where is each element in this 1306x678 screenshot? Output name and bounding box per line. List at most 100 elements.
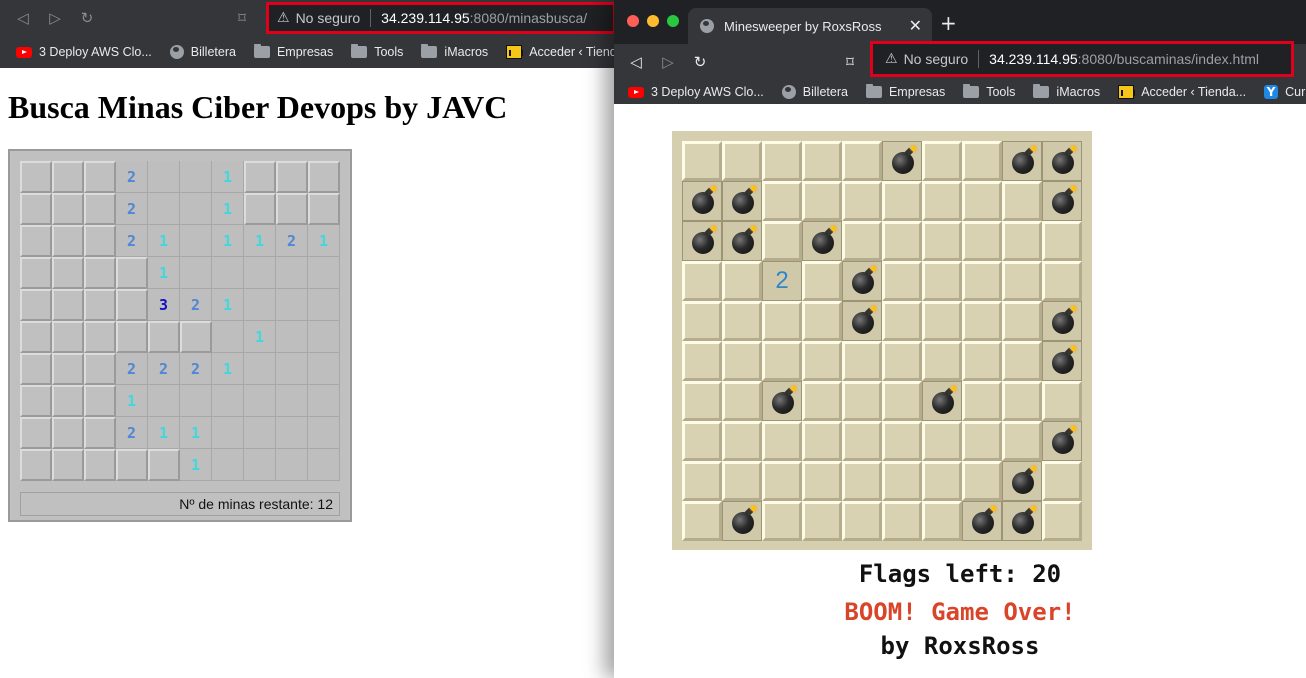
- minefield-cell[interactable]: [148, 321, 180, 353]
- bookmark-item[interactable]: iMacros: [421, 44, 488, 59]
- minefield-cell[interactable]: [1042, 221, 1082, 261]
- mine-cell[interactable]: [1042, 341, 1082, 381]
- minefield-cell[interactable]: [20, 257, 52, 289]
- minefield-cell[interactable]: [1042, 261, 1082, 301]
- bookmark-item[interactable]: Billetera: [169, 45, 236, 59]
- mine-cell[interactable]: [1002, 141, 1042, 181]
- minefield-cell[interactable]: [212, 321, 244, 353]
- minefield-cell[interactable]: [922, 141, 962, 181]
- minefield-cell[interactable]: 1: [212, 225, 244, 257]
- minefield-cell[interactable]: [842, 341, 882, 381]
- minefield-cell[interactable]: [962, 221, 1002, 261]
- minefield-cell[interactable]: 3: [148, 289, 180, 321]
- minefield-cell[interactable]: [180, 225, 212, 257]
- minefield-cell[interactable]: [802, 381, 842, 421]
- minefield-cell[interactable]: [962, 301, 1002, 341]
- minefield-cell[interactable]: [1002, 221, 1042, 261]
- bookmark-item[interactable]: Acceder ‹ Tienda: [506, 45, 620, 59]
- minefield-cell[interactable]: 1: [244, 321, 276, 353]
- minefield-cell[interactable]: [84, 449, 116, 481]
- minefield-cell[interactable]: [244, 449, 276, 481]
- minefield-cell[interactable]: 2: [180, 289, 212, 321]
- minefield-cell[interactable]: [84, 385, 116, 417]
- minefield-cell[interactable]: [722, 421, 762, 461]
- minefield-cell[interactable]: 1: [212, 161, 244, 193]
- mine-cell[interactable]: [682, 181, 722, 221]
- minefield-cell[interactable]: [922, 501, 962, 541]
- bookmark-item[interactable]: Y Cur: [1264, 85, 1305, 99]
- mine-cell[interactable]: [922, 381, 962, 421]
- minefield-cell[interactable]: [84, 225, 116, 257]
- minefield-cell[interactable]: 1: [180, 449, 212, 481]
- minefield-cell[interactable]: [148, 193, 180, 225]
- minefield-cell[interactable]: [882, 341, 922, 381]
- minefield-cell[interactable]: [276, 289, 308, 321]
- minefield-cell[interactable]: 2: [116, 193, 148, 225]
- minefield-cell[interactable]: [762, 301, 802, 341]
- mine-cell[interactable]: [682, 221, 722, 261]
- minefield-cell[interactable]: [842, 501, 882, 541]
- minefield-cell[interactable]: [52, 449, 84, 481]
- minefield-cell[interactable]: [52, 417, 84, 449]
- minefield-cell[interactable]: 2: [180, 353, 212, 385]
- minefield-cell[interactable]: [84, 161, 116, 193]
- minefield-cell[interactable]: [180, 385, 212, 417]
- bookmark-item[interactable]: Empresas: [253, 44, 333, 59]
- minefield-cell[interactable]: [1042, 381, 1082, 421]
- minefield-cell[interactable]: [180, 193, 212, 225]
- minefield-cell[interactable]: [244, 257, 276, 289]
- minefield-cell[interactable]: [762, 421, 802, 461]
- minefield-cell[interactable]: [244, 193, 276, 225]
- minefield-cell[interactable]: [682, 501, 722, 541]
- minefield-cell[interactable]: [308, 321, 340, 353]
- minefield-cell[interactable]: 1: [116, 385, 148, 417]
- minefield-cell[interactable]: [1002, 381, 1042, 421]
- minefield-cell[interactable]: [682, 461, 722, 501]
- minefield-cell[interactable]: 1: [212, 353, 244, 385]
- mine-cell[interactable]: [962, 501, 1002, 541]
- minefield-cell[interactable]: [882, 261, 922, 301]
- minefield-cell[interactable]: [882, 461, 922, 501]
- minefield-cell[interactable]: [276, 353, 308, 385]
- minefield-cell[interactable]: [20, 161, 52, 193]
- minefield-cell[interactable]: [52, 321, 84, 353]
- mine-cell[interactable]: [802, 221, 842, 261]
- minefield-cell[interactable]: [762, 501, 802, 541]
- minefield-cell[interactable]: [802, 141, 842, 181]
- minefield-cell[interactable]: [682, 421, 722, 461]
- maximize-window-icon[interactable]: [667, 15, 679, 27]
- minefield-cell[interactable]: [882, 181, 922, 221]
- bookmark-item[interactable]: Billetera: [781, 85, 848, 99]
- minefield-cell[interactable]: [180, 321, 212, 353]
- minefield-cell[interactable]: 1: [212, 289, 244, 321]
- minefield-cell[interactable]: 1: [180, 417, 212, 449]
- minefield-cell[interactable]: [20, 289, 52, 321]
- mine-cell[interactable]: [842, 261, 882, 301]
- minefield-cell[interactable]: 2: [116, 161, 148, 193]
- minefield-cell[interactable]: [84, 321, 116, 353]
- minefield-cell[interactable]: 2: [148, 353, 180, 385]
- bookmark-icon[interactable]: ⌑: [233, 9, 251, 27]
- minefield-cell[interactable]: [1002, 421, 1042, 461]
- minefield-cell[interactable]: [276, 193, 308, 225]
- minefield-cell[interactable]: [762, 141, 802, 181]
- minefield-cell[interactable]: [962, 181, 1002, 221]
- bookmark-item[interactable]: iMacros: [1033, 84, 1100, 99]
- bookmark-item[interactable]: Tools: [351, 44, 403, 59]
- minefield-cell[interactable]: [762, 181, 802, 221]
- minefield-cell[interactable]: [20, 321, 52, 353]
- minefield-cell[interactable]: 2: [116, 353, 148, 385]
- mine-cell[interactable]: [1042, 181, 1082, 221]
- minefield-cell[interactable]: [52, 257, 84, 289]
- minefield-cell[interactable]: [682, 141, 722, 181]
- minefield-cell[interactable]: [682, 381, 722, 421]
- minefield-cell[interactable]: [84, 257, 116, 289]
- forward-icon[interactable]: ▷: [659, 53, 677, 71]
- mine-cell[interactable]: [1042, 141, 1082, 181]
- minefield-cell[interactable]: [308, 385, 340, 417]
- minefield-cell[interactable]: [722, 461, 762, 501]
- mine-cell[interactable]: [722, 221, 762, 261]
- mine-cell[interactable]: [842, 301, 882, 341]
- minefield-cell[interactable]: [244, 161, 276, 193]
- minefield-cell[interactable]: [20, 193, 52, 225]
